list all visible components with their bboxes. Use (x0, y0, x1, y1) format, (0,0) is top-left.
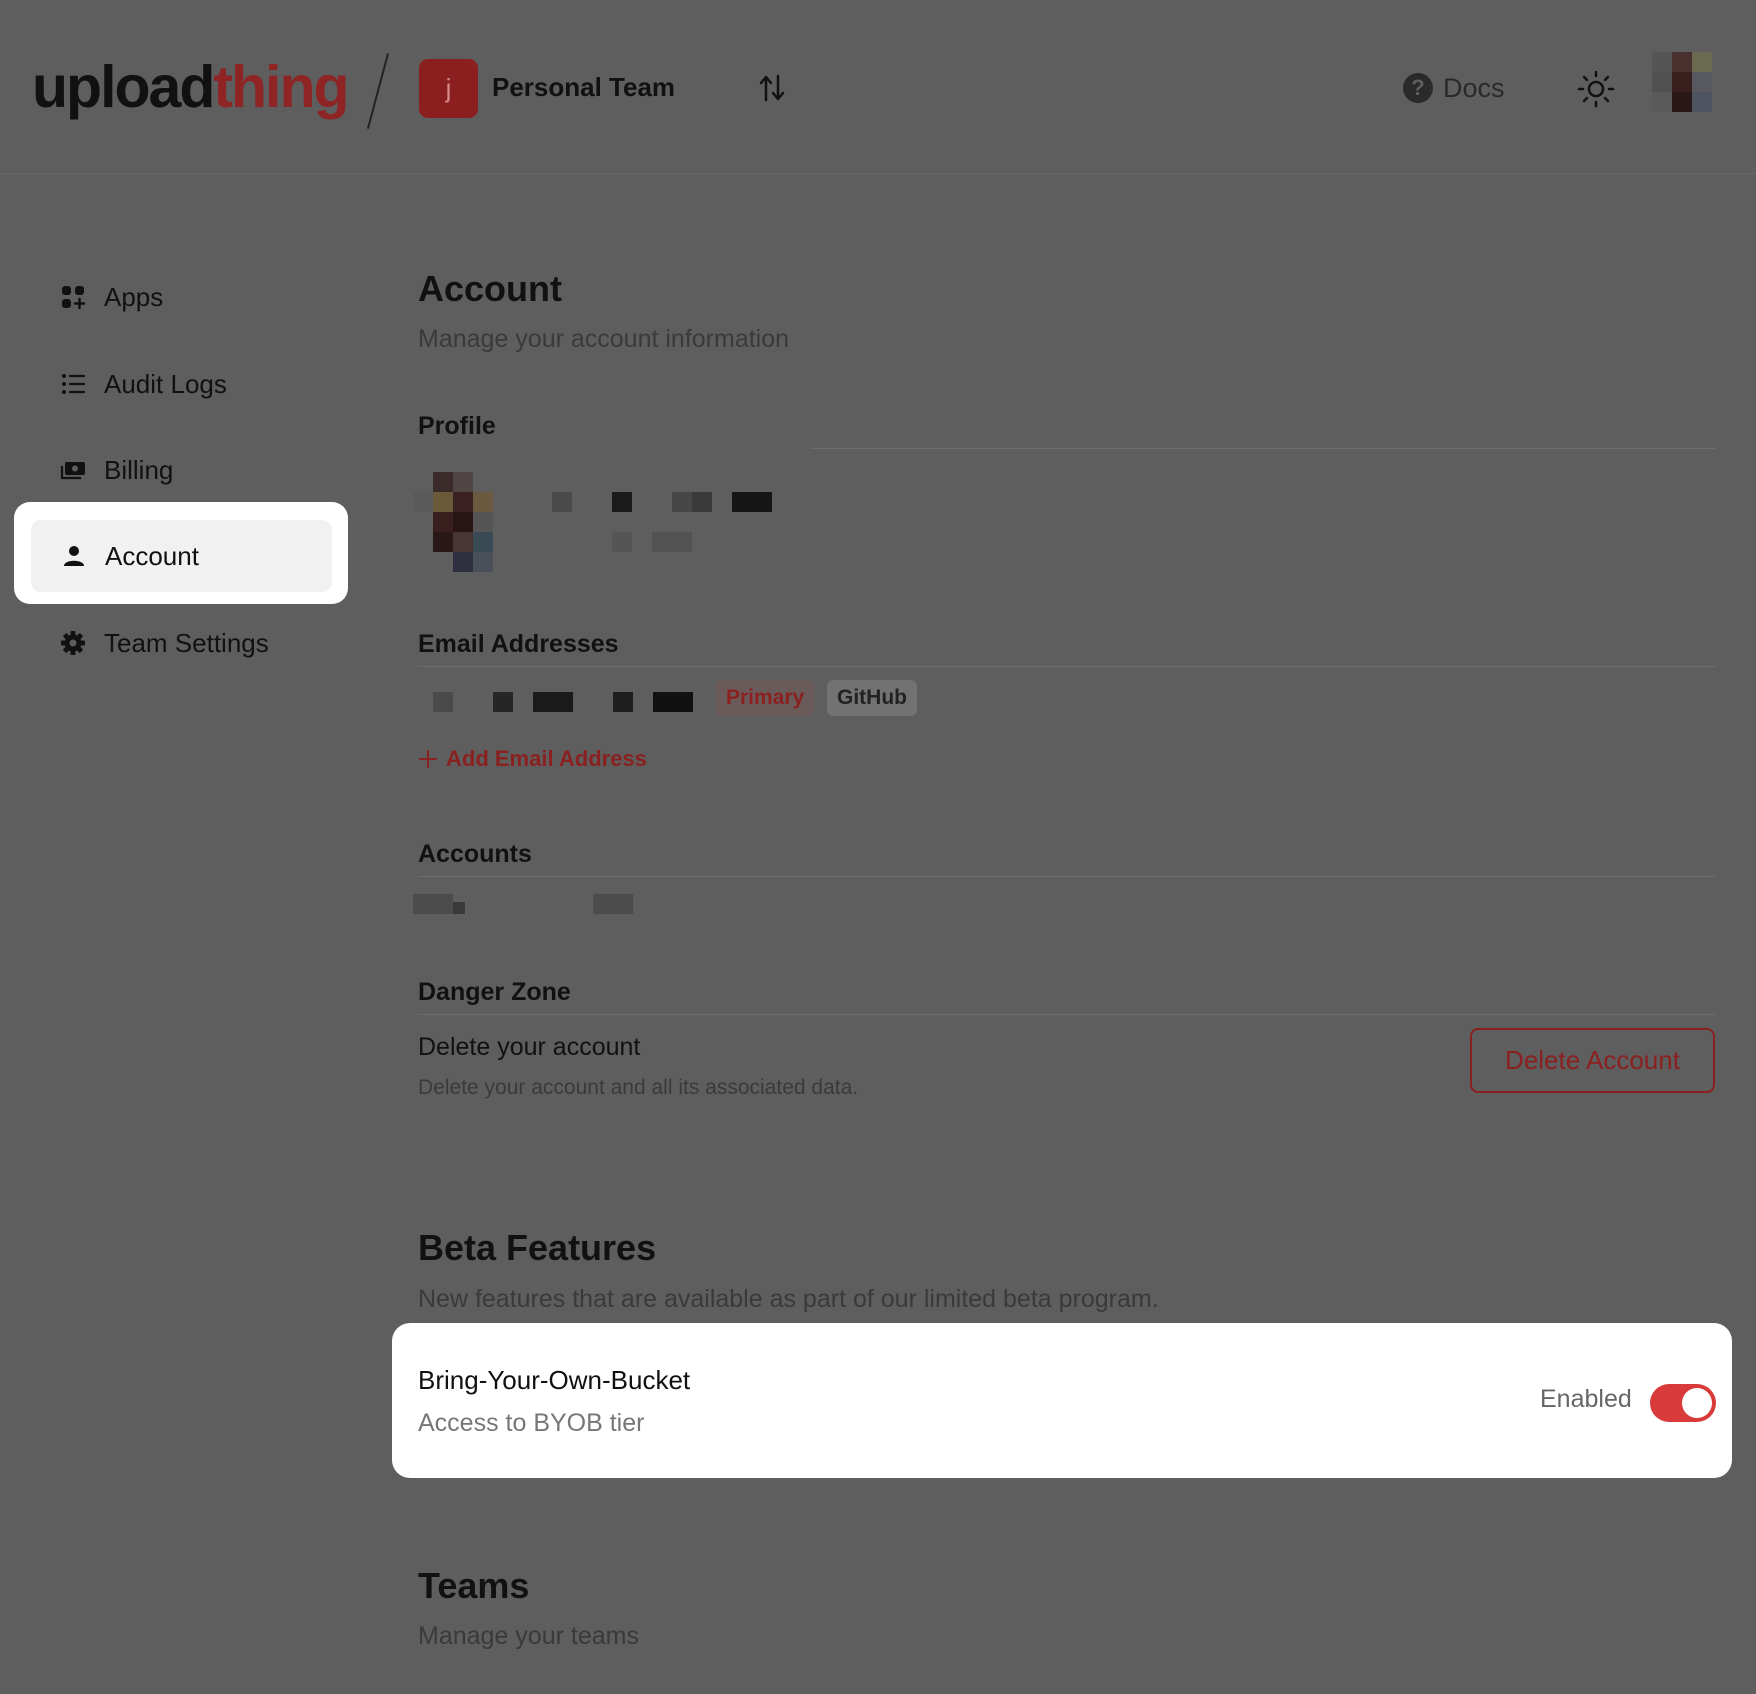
page-title: Account (418, 268, 562, 309)
accounts-section-title: Accounts (418, 840, 532, 868)
toggle-knob (1682, 1388, 1712, 1418)
danger-divider (418, 1014, 1716, 1015)
delete-account-button[interactable]: Delete Account (1470, 1028, 1715, 1093)
add-email-button[interactable]: Add Email Address (418, 746, 647, 772)
top-bar: uploadthing j Personal Team ? Docs (0, 0, 1756, 174)
switch-team-icon[interactable] (758, 72, 786, 104)
feature-description: Access to BYOB tier (418, 1409, 645, 1437)
user-icon (64, 546, 84, 566)
uploadthing-logo[interactable]: uploadthing (32, 52, 350, 122)
apps-icon (62, 286, 86, 310)
gear-icon (61, 631, 85, 655)
github-badge: GitHub (827, 680, 917, 716)
breadcrumb-separator (366, 53, 390, 129)
connected-account-redacted (413, 894, 633, 920)
primary-badge: Primary (716, 680, 815, 716)
email-divider (418, 666, 1716, 667)
feature-title: Bring-Your-Own-Bucket (418, 1365, 691, 1395)
beta-features-title: Beta Features (418, 1227, 657, 1268)
profile-divider (810, 448, 1716, 449)
sidebar-item-label: Billing (104, 454, 174, 485)
add-email-label: Add Email Address (446, 746, 647, 771)
sidebar-item-label: Audit Logs (104, 368, 227, 399)
docs-label: Docs (1443, 72, 1505, 103)
danger-zone-title: Danger Zone (418, 978, 571, 1006)
byob-toggle-switch[interactable] (1650, 1384, 1716, 1422)
sidebar-item-account[interactable]: Account (31, 520, 332, 592)
sidebar-item-label: Team Settings (104, 627, 269, 658)
sidebar-item-apps[interactable]: Apps (32, 262, 332, 332)
teams-title: Teams (418, 1565, 530, 1606)
delete-account-description: Delete your account and all its associat… (418, 1076, 859, 1099)
theme-toggle-sun-icon[interactable] (1577, 70, 1615, 108)
team-name[interactable]: Personal Team (492, 72, 675, 103)
byob-feature-card: Bring-Your-Own-Bucket Access to BYOB tie… (392, 1323, 1732, 1478)
delete-account-heading: Delete your account (418, 1033, 641, 1061)
sidebar-item-label: Apps (104, 281, 164, 312)
plus-icon (419, 750, 437, 768)
accounts-divider (418, 876, 1716, 877)
beta-features-subtitle: New features that are available as part … (418, 1285, 1159, 1313)
profile-section-title: Profile (418, 412, 496, 440)
sidebar-item-label: Account (105, 540, 199, 571)
sidebar-item-audit-logs[interactable]: Audit Logs (32, 349, 332, 419)
money-icon (60, 462, 85, 480)
email-address-redacted (413, 692, 693, 712)
sidebar-item-team-settings[interactable]: Team Settings (32, 608, 332, 678)
sidebar-item-billing[interactable]: Billing (32, 435, 332, 505)
email-section-title: Email Addresses (418, 630, 619, 658)
logo-text-thing: thing (213, 54, 349, 120)
profile-avatar[interactable] (413, 472, 533, 572)
docs-link[interactable]: ? Docs (1403, 70, 1505, 106)
list-icon (62, 374, 86, 394)
profile-username-redacted (612, 532, 712, 552)
team-avatar[interactable]: j (419, 59, 478, 118)
teams-subtitle: Manage your teams (418, 1622, 639, 1650)
user-avatar[interactable] (1652, 52, 1712, 112)
logo-text-upload: upload (32, 54, 215, 120)
feature-status-label: Enabled (1540, 1385, 1632, 1413)
help-icon: ? (1403, 73, 1433, 103)
page-subtitle: Manage your account information (418, 325, 790, 353)
profile-name-redacted (552, 492, 772, 512)
